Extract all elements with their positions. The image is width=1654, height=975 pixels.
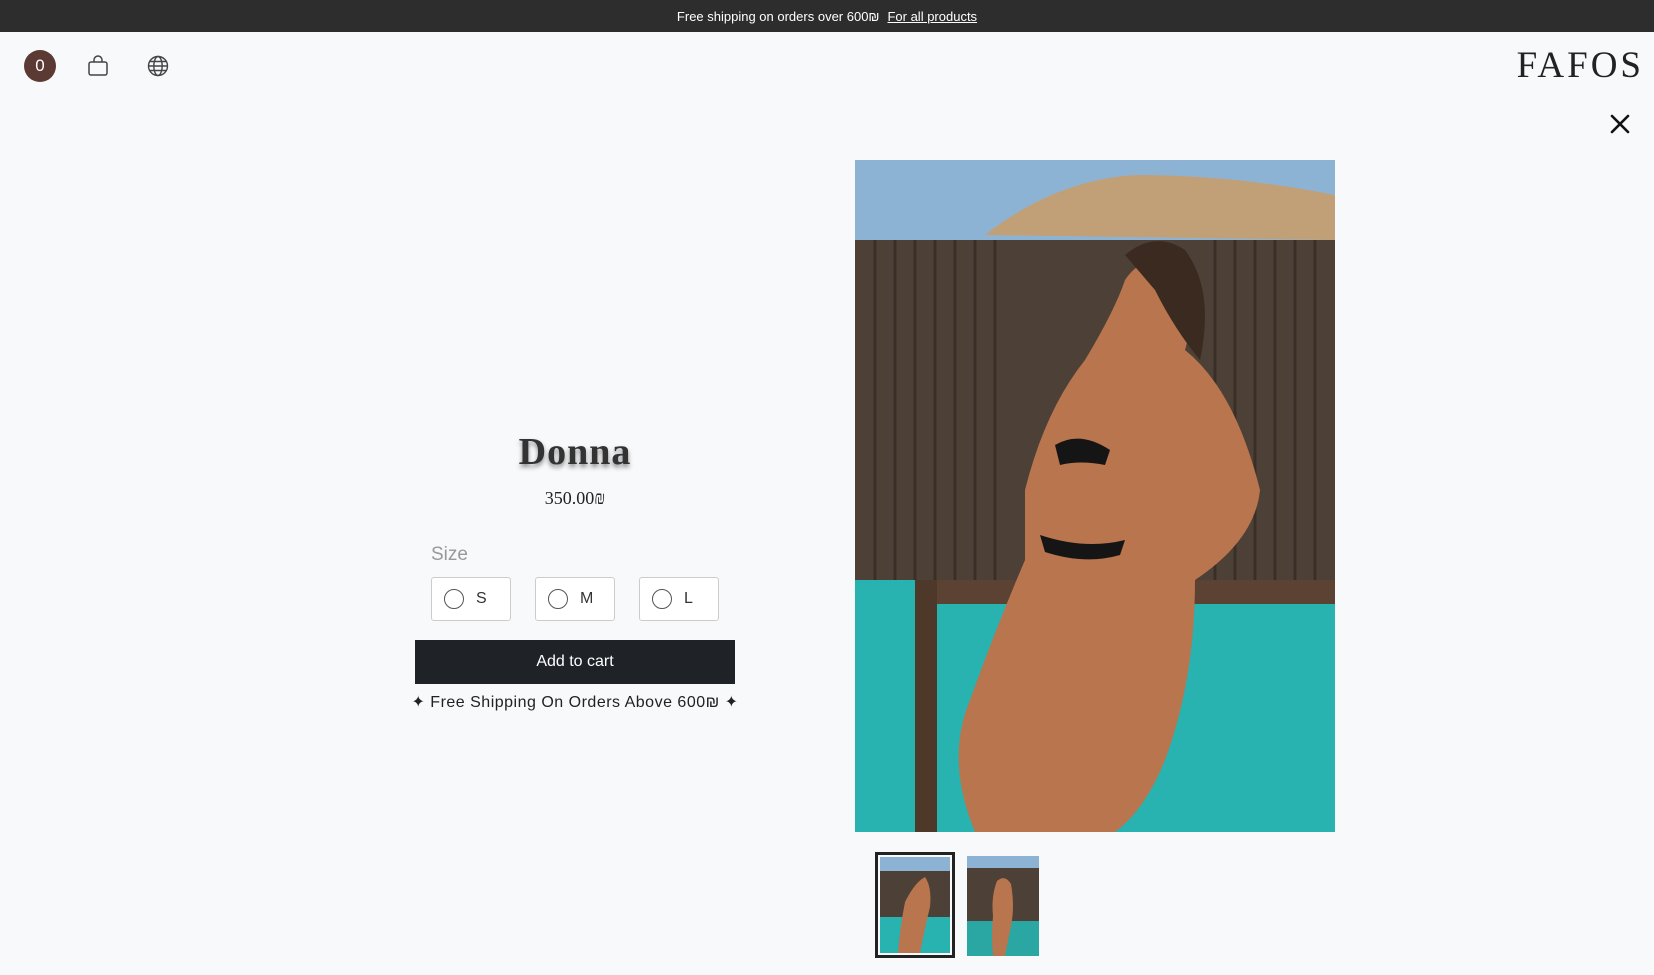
header-icons: 0 (24, 50, 172, 82)
announcement-link[interactable]: For all products (887, 9, 977, 24)
radio-circle-icon[interactable] (444, 589, 464, 609)
announcement-bar: Free shipping on orders over 600₪ For al… (0, 0, 1654, 32)
size-option-s[interactable]: S (431, 577, 511, 621)
size-option-label: S (476, 590, 487, 607)
size-label: Size (431, 544, 468, 565)
radio-circle-icon[interactable] (652, 589, 672, 609)
shipping-note: ✦ Free Shipping On Orders Above 600₪ ✦ (411, 694, 739, 711)
size-option-l[interactable]: L (639, 577, 719, 621)
add-to-cart-button[interactable]: Add to cart (415, 640, 735, 684)
brand-logo[interactable]: FAFOS (1517, 44, 1644, 87)
thumbnail-2[interactable] (967, 856, 1039, 956)
close-icon[interactable] (1608, 112, 1632, 136)
shopping-bag-icon[interactable] (84, 52, 112, 80)
thumbnail-1[interactable] (875, 852, 955, 958)
size-option-m[interactable]: M (535, 577, 615, 621)
thumbnail-list (875, 852, 1039, 958)
product-price: 350.00₪ (544, 488, 606, 508)
size-options: S M L (431, 577, 719, 621)
size-option-label: M (580, 590, 594, 607)
cart-count-badge[interactable]: 0 (24, 50, 56, 82)
announcement-text: Free shipping on orders over 600₪ (676, 8, 880, 24)
size-option-label: L (684, 590, 693, 607)
product-main-image[interactable] (855, 160, 1335, 832)
product-info: Donna 350.00₪ (412, 430, 738, 509)
radio-circle-icon[interactable] (548, 589, 568, 609)
product-title: Donna (518, 431, 632, 473)
globe-icon[interactable] (144, 52, 172, 80)
